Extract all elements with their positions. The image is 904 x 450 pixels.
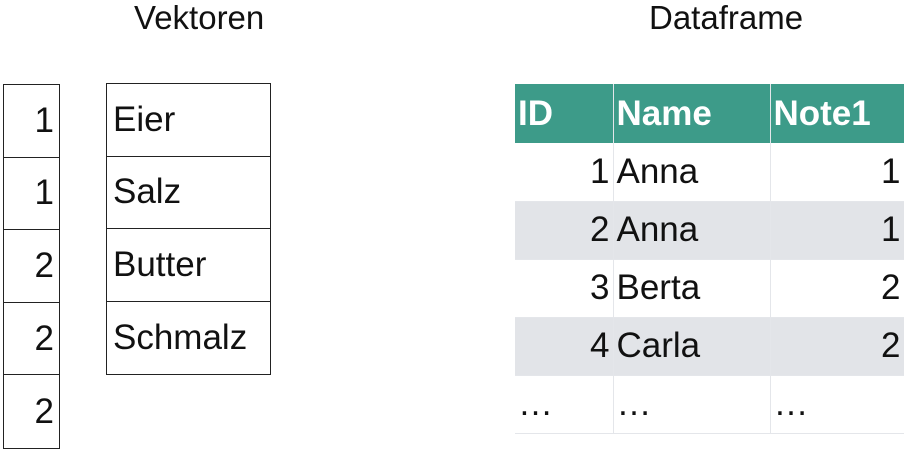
numeric-vector-cell: 2 [4,230,59,303]
table-row: 1 Anna 1 [515,143,904,202]
cell-note1: 1 [770,143,904,202]
cell-note1: 2 [770,317,904,376]
cell-id: 3 [515,259,614,318]
numeric-vector-cell: 2 [4,303,59,376]
cell-id: 2 [515,201,614,260]
character-vector-cell: Eier [107,84,270,157]
cell-note1: 1 [770,201,904,260]
table-row-ellipsis: … … … [515,375,904,434]
vectors-heading: Vektoren [134,0,265,36]
cell-ellipsis: … [770,375,904,434]
cell-name: Anna [613,143,771,202]
column-header-note1: Note1 [770,84,904,143]
table-row: 2 Anna 1 [515,201,904,260]
cell-name: Carla [613,317,771,376]
character-vector-cell: Schmalz [113,317,248,357]
cell-id: 4 [515,317,614,376]
numeric-vector: 1 1 2 2 2 [3,84,60,449]
cell-ellipsis: … [515,375,614,434]
dataframe-heading: Dataframe [649,0,804,36]
character-vector: Eier Salz Butter Schmalz [106,83,271,375]
dataframe-table: ID Name Note1 1 Anna 1 2 Anna 1 3 Berta … [515,84,904,434]
character-vector-cell: Butter [107,229,270,302]
cell-note1: 2 [770,259,904,318]
dataframe-header-row: ID Name Note1 [515,84,904,143]
character-vector-cell: Salz [107,157,270,229]
numeric-vector-cell: 1 [4,85,59,158]
numeric-vector-cell: 1 [4,158,59,231]
cell-ellipsis: … [613,375,771,434]
cell-name: Anna [613,201,771,260]
column-header-name: Name [613,84,771,143]
column-header-id: ID [515,84,614,143]
cell-name: Berta [613,259,771,318]
cell-id: 1 [515,143,614,202]
table-row: 4 Carla 2 [515,317,904,376]
numeric-vector-cell: 2 [34,391,54,431]
table-row: 3 Berta 2 [515,259,904,318]
